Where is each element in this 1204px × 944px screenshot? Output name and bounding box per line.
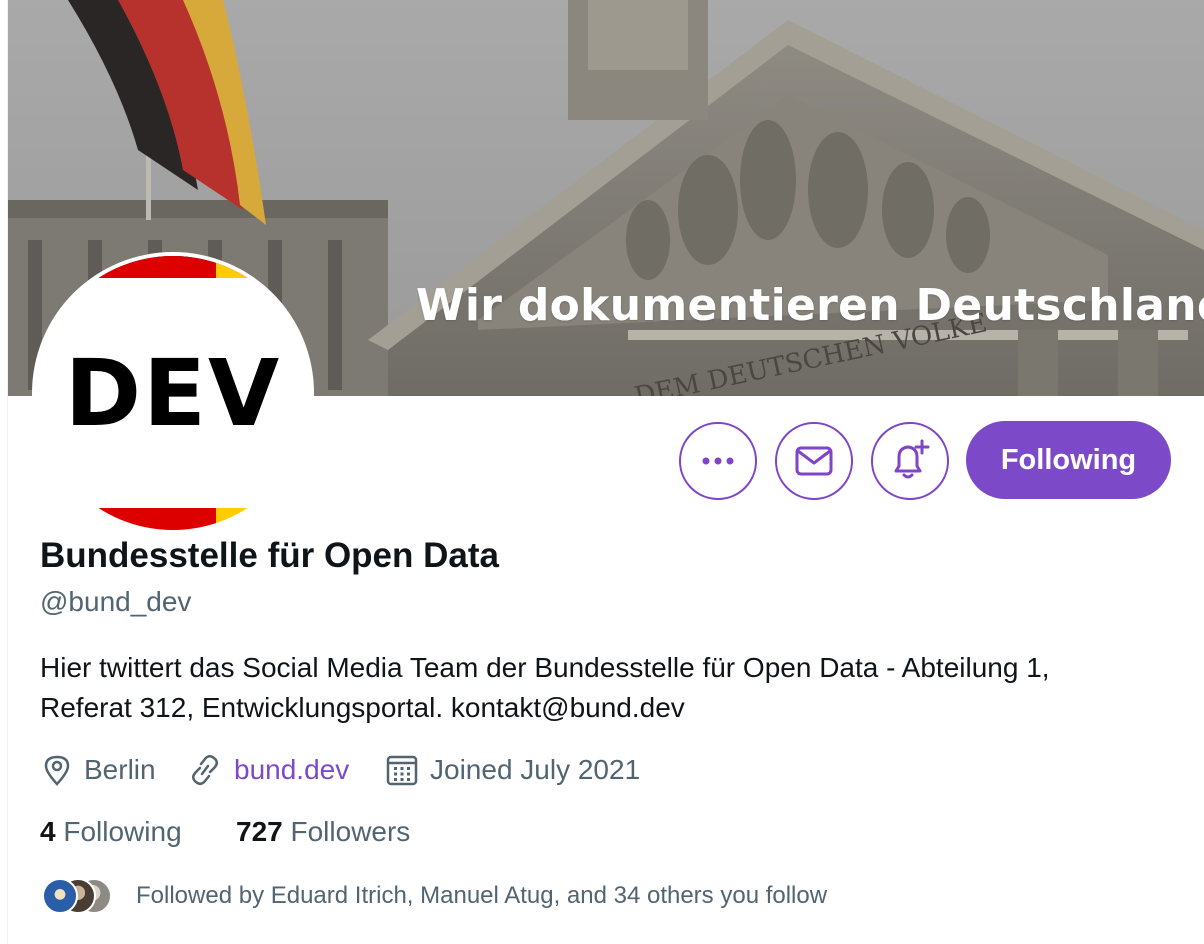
display-name: Bundesstelle für Open Data [40, 536, 499, 575]
followed-by[interactable]: Followed by Eduard Itrich, Manuel Atug, … [40, 876, 827, 916]
profile-avatar[interactable]: DEV [32, 252, 314, 534]
following-count: 4 [40, 816, 56, 847]
more-dots-icon [702, 457, 734, 465]
more-button[interactable] [679, 422, 757, 500]
mutual-avatars [40, 878, 120, 914]
following-stat[interactable]: 4 Following [40, 816, 182, 848]
mutual-avatar-1 [42, 878, 78, 914]
message-button[interactable] [775, 422, 853, 500]
calendar-icon [386, 755, 418, 786]
following-button[interactable]: Following [966, 421, 1171, 499]
followers-count: 727 [236, 816, 283, 847]
bell-plus-icon [894, 439, 930, 479]
bio-line-2: Referat 312, Entwicklungsportal. kontakt… [40, 692, 685, 723]
followers-stat[interactable]: 727 Followers [236, 816, 410, 848]
notifications-button[interactable] [871, 422, 949, 500]
envelope-icon [795, 446, 833, 476]
profile-joined-date: Joined July 2021 [386, 752, 640, 788]
user-handle: @bund_dev [40, 586, 192, 617]
profile-website[interactable]: bund.dev [188, 752, 349, 788]
followed-by-text: Followed by Eduard Itrich, Manuel Atug, … [136, 882, 828, 909]
location-pin-icon [44, 755, 70, 786]
avatar-image: DEV [36, 256, 310, 530]
left-border [0, 0, 8, 944]
bio-line-1: Hier twittert das Social Media Team der … [40, 652, 1050, 683]
following-stat-label: Following [63, 816, 182, 847]
website-link[interactable]: bund.dev [234, 754, 349, 786]
banner-caption: Wir dokumentieren Deutschland [416, 280, 1204, 331]
location-text: Berlin [84, 754, 156, 785]
profile-bio: Hier twittert das Social Media Team der … [40, 648, 1190, 728]
link-icon [192, 755, 218, 785]
profile-page: DEM DEUTSCHEN VOLKE Wir dokumentieren De… [0, 0, 1204, 944]
profile-location: Berlin [42, 752, 156, 788]
joined-text: Joined July 2021 [430, 754, 641, 785]
avatar-logo-text: DEV [64, 340, 282, 447]
followers-stat-label: Followers [290, 816, 411, 847]
